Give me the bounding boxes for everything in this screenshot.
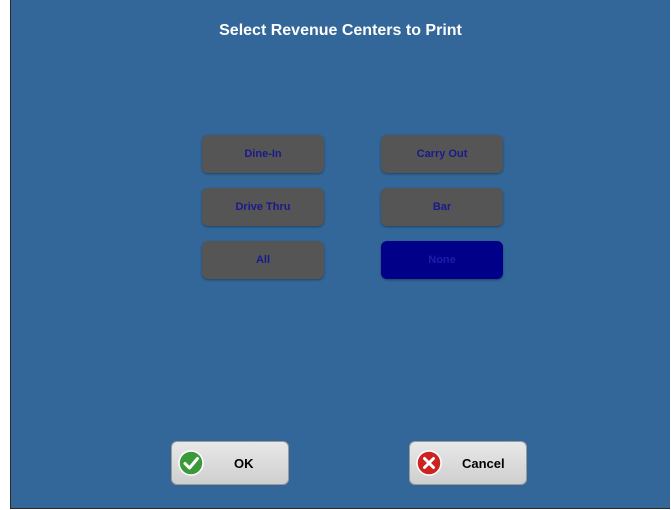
revenue-center-dine-in-button[interactable]: Dine-In [202,135,324,173]
dialog-title: Select Revenue Centers to Print [219,22,462,39]
ok-button[interactable]: OK [171,441,289,485]
revenue-center-drive-thru-button[interactable]: Drive Thru [202,188,324,226]
cancel-button-label: Cancel [462,455,505,471]
revenue-center-all-button[interactable]: All [202,241,324,279]
x-icon [416,450,442,476]
revenue-center-bar-button[interactable]: Bar [381,188,503,226]
revenue-center-carry-out-button[interactable]: Carry Out [381,135,503,173]
ok-button-label: OK [234,455,254,471]
revenue-center-dialog: Select Revenue Centers to Print Dine-In … [10,0,670,509]
revenue-center-none-button[interactable]: None [381,241,503,279]
checkmark-icon [178,450,204,476]
cancel-button[interactable]: Cancel [409,441,527,485]
